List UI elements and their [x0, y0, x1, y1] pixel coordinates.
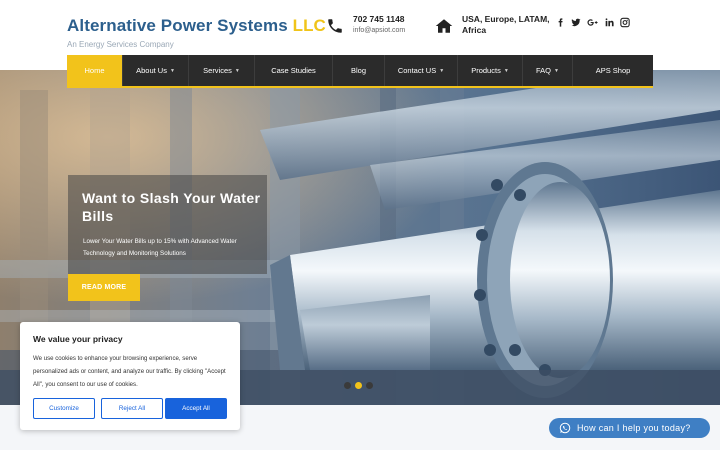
chevron-down-icon: ▼ — [503, 67, 509, 74]
twitter-icon[interactable] — [571, 17, 581, 28]
home-icon — [435, 19, 453, 33]
social-links — [556, 17, 630, 28]
brand-logo[interactable]: Alternative Power Systems LLC An Energy … — [67, 16, 326, 49]
brand-title-main[interactable]: Alternative Power Systems — [67, 16, 288, 35]
cookie-title: We value your privacy — [33, 334, 123, 344]
cookie-text: We use cookies to enhance your browsing … — [33, 355, 226, 388]
nav-label: Home — [84, 66, 105, 75]
region-text: USA, Europe, LATAM, Africa — [462, 14, 550, 35]
instagram-icon[interactable] — [620, 17, 630, 28]
nav-item-about-us[interactable]: About Us ▼ — [123, 55, 189, 86]
chat-label: How can I help you today? — [577, 423, 691, 433]
chevron-down-icon: ▼ — [234, 67, 240, 74]
brand-title-suffix[interactable]: LLC — [293, 16, 326, 35]
nav-label: Case Studies — [271, 66, 316, 75]
nav-label: Products — [471, 66, 501, 75]
nav-label: Contact US — [397, 66, 437, 75]
hero-title: Want to Slash Your Water Bills — [82, 190, 261, 224]
chevron-down-icon: ▼ — [169, 67, 175, 74]
slider-pagination — [344, 382, 373, 389]
nav-item-home[interactable]: Home — [67, 55, 123, 86]
nav-item-aps-shop[interactable]: APS Shop — [573, 55, 653, 86]
google-plus-icon[interactable] — [587, 17, 598, 28]
cookie-consent-banner: We value your privacy We use cookies to … — [20, 322, 240, 430]
page: Alternative Power Systems LLC An Energy … — [0, 0, 720, 450]
brand-title[interactable]: Alternative Power Systems LLC — [67, 16, 326, 36]
cookie-reject-button[interactable]: Reject All — [101, 398, 163, 419]
contact-region: USA, Europe, LATAM, Africa — [435, 14, 552, 36]
nav-label: FAQ — [536, 66, 552, 75]
whatsapp-icon — [559, 422, 571, 434]
nav-item-products[interactable]: Products ▼ — [458, 55, 523, 86]
nav-item-services[interactable]: Services ▼ — [189, 55, 255, 86]
nav-label: Blog — [350, 66, 366, 75]
brand-tagline: An Energy Services Company — [67, 40, 174, 49]
main-navigation: Home About Us ▼ Services ▼ Case Studies Bl… — [67, 55, 653, 86]
nav-item-contact-us[interactable]: Contact US ▼ — [385, 55, 458, 86]
slider-dot-3[interactable] — [366, 382, 373, 389]
nav-label: About Us — [136, 66, 167, 75]
nav-item-blog[interactable]: Blog — [333, 55, 385, 86]
nav-item-faq[interactable]: FAQ ▼ — [523, 55, 573, 86]
nav-label: Services — [203, 66, 232, 75]
nav-item-case-studies[interactable]: Case Studies — [255, 55, 333, 86]
read-more-button[interactable]: READ MORE — [68, 274, 140, 301]
facebook-icon[interactable] — [556, 17, 565, 28]
slider-dot-1[interactable] — [344, 382, 351, 389]
nav-label: APS Shop — [595, 66, 631, 75]
contact-phone: 702 745 1148 info@apsiot.com — [326, 14, 405, 36]
nav-accent-line — [67, 86, 653, 88]
cookie-customize-button[interactable]: Customize — [33, 398, 95, 419]
hero-subtitle: Lower Your Water Bills up to 15% with Ad… — [83, 238, 237, 257]
slider-dot-2[interactable] — [355, 382, 362, 389]
cookie-accept-button[interactable]: Accept All — [165, 398, 227, 419]
chevron-down-icon: ▼ — [439, 67, 445, 74]
phone-icon — [328, 19, 342, 33]
linkedin-icon[interactable] — [604, 17, 614, 28]
email-address[interactable]: info@apsiot.com — [353, 25, 405, 36]
chat-widget-button[interactable]: How can I help you today? — [549, 418, 710, 438]
chevron-down-icon: ▼ — [554, 67, 559, 74]
phone-number[interactable]: 702 745 1148 — [353, 14, 405, 25]
